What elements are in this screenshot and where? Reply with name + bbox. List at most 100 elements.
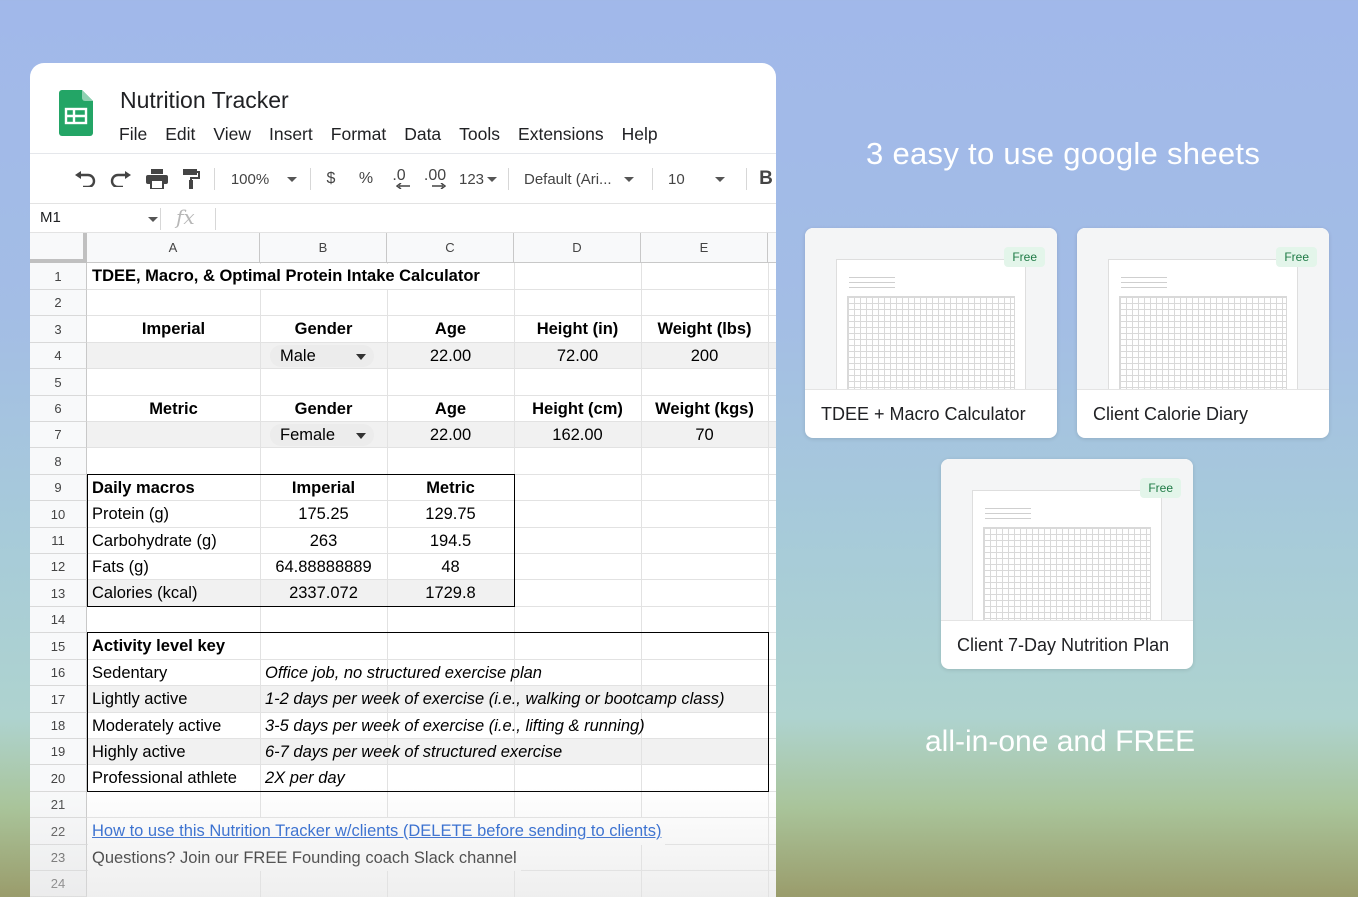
template-card-calorie-diary[interactable]: Free Client Calorie Diary <box>1077 228 1329 438</box>
undo-icon[interactable] <box>70 154 100 204</box>
activity-level[interactable]: Highly active <box>88 739 260 765</box>
instructions-link[interactable]: How to use this Nutrition Tracker w/clie… <box>88 818 666 845</box>
row-header[interactable]: 23 <box>30 845 87 871</box>
activity-header[interactable]: Activity level key <box>88 633 260 659</box>
document-title[interactable]: Nutrition Tracker <box>120 87 289 114</box>
activity-description[interactable]: Office job, no structured exercise plan <box>261 660 546 686</box>
macro-row-imperial[interactable]: 64.88888889 <box>260 554 387 580</box>
metric-height-value[interactable]: 162.00 <box>514 422 641 448</box>
macro-row-imperial[interactable]: 2337.072 <box>260 580 387 607</box>
macro-row-label[interactable]: Calories (kcal) <box>88 580 260 607</box>
google-sheets-logo-icon[interactable] <box>59 90 93 136</box>
metric-weight-header[interactable]: Weight (kgs) <box>641 396 768 422</box>
activity-level[interactable]: Professional athlete <box>88 765 260 792</box>
font-size-select[interactable]: 10 <box>668 154 738 204</box>
activity-description[interactable]: 1-2 days per week of exercise (i.e., wal… <box>261 686 728 713</box>
macro-row-metric[interactable]: 129.75 <box>387 501 514 528</box>
row-header[interactable]: 11 <box>30 528 87 554</box>
activity-level[interactable]: Sedentary <box>88 660 260 686</box>
slack-channel-note[interactable]: Questions? Join our FREE Founding coach … <box>88 845 521 871</box>
menu-format[interactable]: Format <box>331 124 386 145</box>
macro-row-metric[interactable]: 194.5 <box>387 528 514 554</box>
imperial-height-value[interactable]: 72.00 <box>514 343 641 369</box>
macro-row-metric[interactable]: 1729.8 <box>387 580 514 607</box>
percent-format-button[interactable]: % <box>354 154 378 204</box>
print-icon[interactable] <box>142 154 172 204</box>
activity-description[interactable]: 6-7 days per week of structured exercise <box>261 739 566 765</box>
chevron-down-icon[interactable] <box>148 217 158 222</box>
macros-header-imperial[interactable]: Imperial <box>260 475 387 501</box>
menu-insert[interactable]: Insert <box>269 124 313 145</box>
metric-gender-header[interactable]: Gender <box>260 396 387 422</box>
row-header[interactable]: 22 <box>30 818 87 845</box>
macro-row-imperial[interactable]: 263 <box>260 528 387 554</box>
macros-header-metric[interactable]: Metric <box>387 475 514 501</box>
activity-level[interactable]: Lightly active <box>88 686 260 713</box>
row-header[interactable]: 15 <box>30 633 87 660</box>
menu-data[interactable]: Data <box>404 124 441 145</box>
macro-row-label[interactable]: Fats (g) <box>88 554 260 580</box>
row-header[interactable]: 10 <box>30 501 87 528</box>
macro-row-imperial[interactable]: 175.25 <box>260 501 387 528</box>
row-header[interactable]: 5 <box>30 369 87 396</box>
calculator-title[interactable]: TDEE, Macro, & Optimal Protein Intake Ca… <box>88 264 514 289</box>
font-family-select[interactable]: Default (Ari... <box>524 154 644 204</box>
imperial-age-header[interactable]: Age <box>387 316 514 343</box>
column-header-e[interactable]: E <box>641 233 768 263</box>
row-header[interactable]: 1 <box>30 263 87 290</box>
imperial-height-header[interactable]: Height (in) <box>514 316 641 343</box>
imperial-weight-value[interactable]: 200 <box>641 343 768 369</box>
template-card-tdee[interactable]: Free TDEE + Macro Calculator <box>805 228 1057 438</box>
row-header[interactable]: 4 <box>30 343 87 369</box>
row-header[interactable]: 8 <box>30 448 87 475</box>
row-header[interactable]: 7 <box>30 422 87 448</box>
row-header[interactable]: 18 <box>30 713 87 739</box>
column-header-b[interactable]: B <box>260 233 387 263</box>
imperial-age-value[interactable]: 22.00 <box>387 343 514 369</box>
activity-description[interactable]: 2X per day <box>261 765 349 792</box>
metric-gender-dropdown[interactable]: Female <box>270 424 374 446</box>
row-header[interactable]: 6 <box>30 396 87 422</box>
template-card-nutrition-plan[interactable]: Free Client 7-Day Nutrition Plan <box>941 459 1193 669</box>
bold-button[interactable]: B <box>756 154 776 204</box>
currency-format-button[interactable]: $ <box>320 154 342 204</box>
redo-icon[interactable] <box>106 154 136 204</box>
menu-edit[interactable]: Edit <box>165 124 195 145</box>
increase-decimals-button[interactable]: .00 <box>420 154 450 204</box>
name-box[interactable]: M1 <box>40 209 61 226</box>
metric-weight-value[interactable]: 70 <box>641 422 768 448</box>
activity-level[interactable]: Moderately active <box>88 713 260 739</box>
row-header[interactable]: 16 <box>30 660 87 686</box>
row-header[interactable]: 19 <box>30 739 87 765</box>
macros-header-label[interactable]: Daily macros <box>88 475 260 501</box>
macro-row-label[interactable]: Carbohydrate (g) <box>88 528 260 554</box>
zoom-select[interactable]: 100% <box>226 154 302 204</box>
row-header[interactable]: 9 <box>30 475 87 501</box>
row-header[interactable]: 2 <box>30 290 87 316</box>
row-header[interactable]: 13 <box>30 580 87 607</box>
macro-row-metric[interactable]: 48 <box>387 554 514 580</box>
paint-format-icon[interactable] <box>176 154 206 204</box>
row-header[interactable]: 14 <box>30 607 87 633</box>
column-header-d[interactable]: D <box>514 233 641 263</box>
menu-help[interactable]: Help <box>622 124 658 145</box>
metric-age-header[interactable]: Age <box>387 396 514 422</box>
imperial-label[interactable]: Imperial <box>87 316 260 343</box>
metric-label[interactable]: Metric <box>87 396 260 422</box>
menu-tools[interactable]: Tools <box>459 124 500 145</box>
select-all-corner[interactable] <box>30 233 87 263</box>
imperial-gender-dropdown[interactable]: Male <box>270 345 374 367</box>
decrease-decimals-button[interactable]: .0 <box>384 154 414 204</box>
row-header[interactable]: 3 <box>30 316 87 343</box>
number-format-select[interactable]: 123 <box>456 154 500 204</box>
menu-view[interactable]: View <box>213 124 251 145</box>
menu-file[interactable]: File <box>119 124 147 145</box>
imperial-weight-header[interactable]: Weight (lbs) <box>641 316 768 343</box>
row-header[interactable]: 12 <box>30 554 87 580</box>
metric-height-header[interactable]: Height (cm) <box>514 396 641 422</box>
row-header[interactable]: 24 <box>30 871 87 897</box>
column-header-c[interactable]: C <box>387 233 514 263</box>
column-header-a[interactable]: A <box>87 233 260 263</box>
row-header[interactable]: 21 <box>30 792 87 818</box>
macro-row-label[interactable]: Protein (g) <box>88 501 260 528</box>
